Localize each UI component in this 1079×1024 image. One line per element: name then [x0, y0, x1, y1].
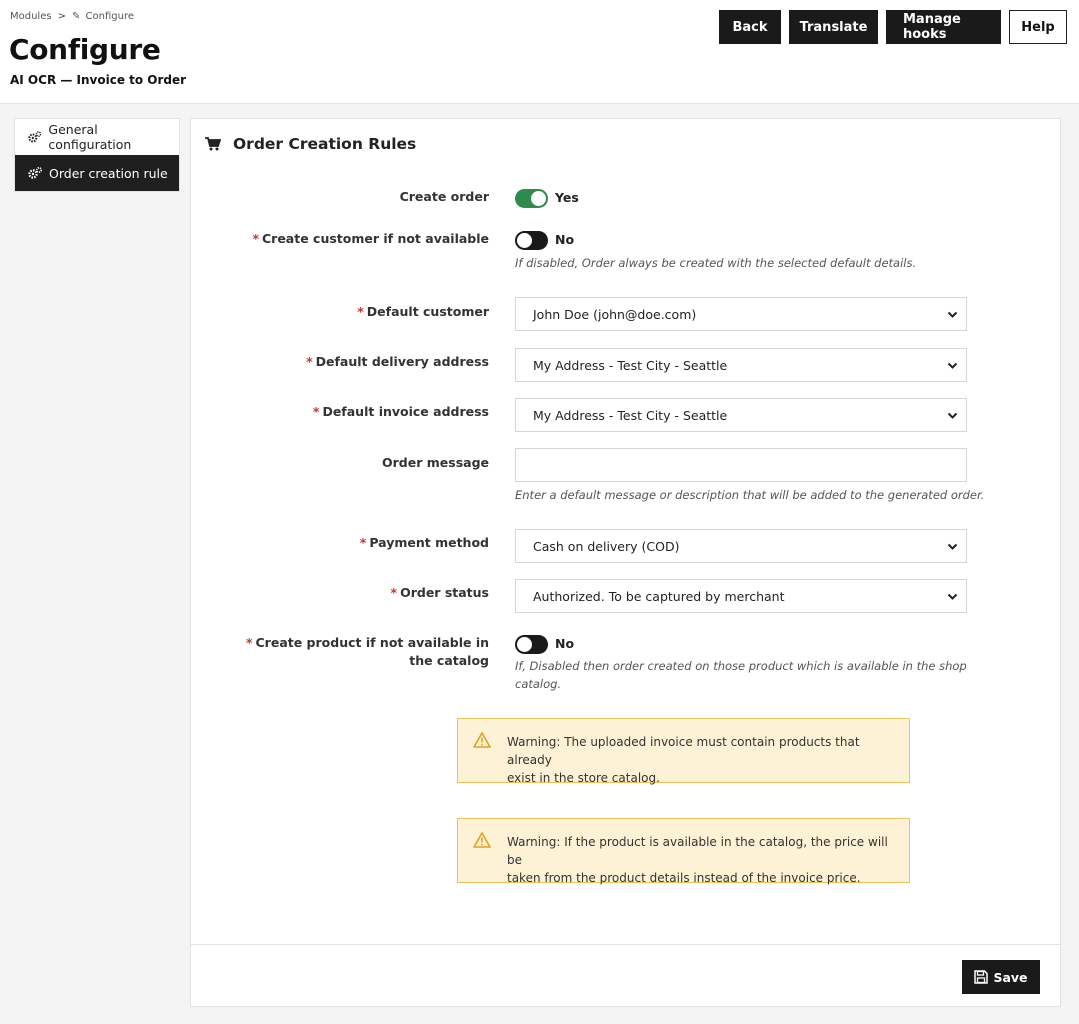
order-status-label: * Order status [390, 585, 489, 600]
gears-icon [28, 131, 42, 143]
breadcrumb-modules[interactable]: Modules [10, 11, 52, 22]
gears-icon [28, 167, 42, 179]
payment-method-select[interactable]: Cash on delivery (COD) [515, 529, 967, 563]
toolbar: Back Translate Manage hooks Help [719, 10, 1067, 44]
create-order-value: Yes [555, 190, 579, 205]
required-marker: * [306, 354, 313, 369]
sidebar-item-order-creation-rule[interactable]: Order creation rule [15, 155, 179, 191]
page-header: Modules > ✎ Configure Configure AI OCR —… [0, 0, 1079, 104]
warning-text: Warning: If the product is available in … [507, 835, 888, 885]
default-customer-label: * Default customer [357, 304, 489, 319]
warning-triangle-icon [473, 832, 491, 848]
sidebar-item-general-configuration[interactable]: General configuration [15, 119, 179, 155]
create-customer-value: No [555, 232, 575, 247]
create-order-toggle[interactable] [515, 189, 548, 208]
create-product-toggle[interactable] [515, 635, 548, 654]
cart-icon [205, 137, 221, 151]
create-product-help: If, Disabled then order created on those… [515, 659, 967, 691]
required-marker: * [245, 635, 253, 650]
required-marker: * [359, 535, 367, 550]
panel-title-text: Order Creation Rules [233, 135, 417, 153]
order-creation-rules-panel: Order Creation Rules Create order Yes * C… [190, 118, 1061, 1007]
create-customer-label: * Create customer if not available [252, 231, 489, 246]
save-button-label: Save [993, 969, 1028, 985]
create-order-label: Create order [399, 189, 489, 204]
page-title: Configure [9, 33, 161, 66]
wrench-icon: ✎ [71, 11, 81, 22]
required-marker: * [357, 304, 364, 319]
order-message-input[interactable] [515, 448, 967, 482]
warning-box: Warning: The uploaded invoice must conta… [457, 718, 910, 785]
create-product-label: * Create product if not available in the … [245, 635, 489, 668]
order-message-label: Order message [382, 455, 489, 470]
chevron-down-icon [947, 412, 958, 419]
warning-triangle-icon [473, 732, 491, 748]
breadcrumb-current-label: Configure [85, 11, 135, 22]
translate-button[interactable]: Translate [789, 10, 878, 44]
panel-footer: Save [191, 944, 1060, 1006]
sidebar-item-label: General configuration [48, 122, 132, 152]
create-customer-help: If disabled, Order always be created wit… [515, 256, 917, 270]
default-delivery-label: * Default delivery address [306, 354, 489, 369]
chevron-down-icon [947, 543, 958, 550]
required-marker: * [312, 404, 320, 419]
warning-text: Warning: The uploaded invoice must conta… [507, 735, 860, 785]
chevron-down-icon [947, 362, 958, 369]
back-button[interactable]: Back [719, 10, 781, 44]
help-button[interactable]: Help [1009, 10, 1067, 44]
default-invoice-label: * Default invoice address [312, 404, 489, 419]
floppy-disk-icon [974, 970, 989, 984]
panel-title: Order Creation Rules [205, 135, 416, 153]
save-button[interactable]: Save [962, 960, 1040, 994]
order-message-help: Enter a default message or description t… [515, 488, 985, 502]
chevron-down-icon [947, 593, 958, 600]
breadcrumb-separator: > [57, 11, 66, 22]
chevron-down-icon [947, 311, 958, 318]
manage-hooks-button[interactable]: Manage hooks [886, 10, 1001, 44]
required-marker: * [390, 585, 398, 600]
default-invoice-select[interactable]: My Address - Test City - Seattle [515, 398, 967, 432]
order-status-select[interactable]: Authorized. To be captured by merchant [515, 579, 967, 613]
breadcrumb-current: ✎ Configure [72, 11, 134, 22]
sidebar: General configuration Order creation rul… [14, 118, 180, 192]
breadcrumb: Modules > ✎ Configure [10, 11, 134, 22]
page-subtitle: AI OCR — Invoice to Order [10, 73, 187, 87]
default-customer-select[interactable]: John Doe (john@doe.com) [515, 297, 967, 331]
payment-method-label: * Payment method [359, 535, 489, 550]
default-delivery-select[interactable]: My Address - Test City - Seattle [515, 348, 967, 382]
required-marker: * [252, 231, 259, 246]
create-product-value: No [555, 636, 575, 651]
create-customer-toggle[interactable] [515, 231, 548, 250]
sidebar-item-label: Order creation rule [49, 165, 168, 181]
warning-box: Warning: If the product is available in … [457, 818, 910, 885]
